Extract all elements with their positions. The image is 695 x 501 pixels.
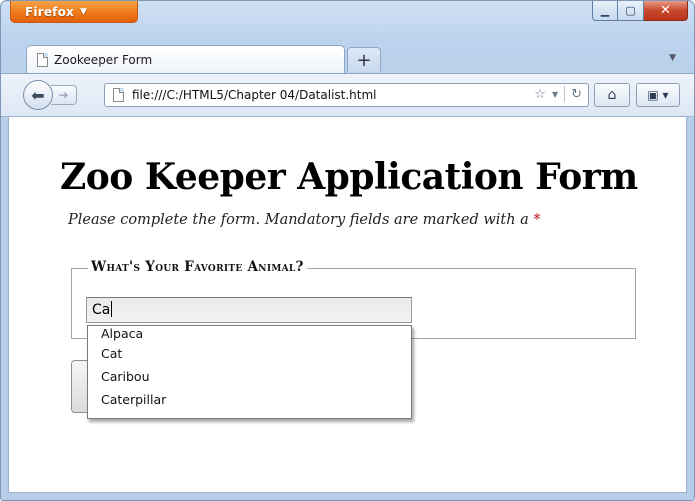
firefox-menu-label: Firefox (25, 4, 74, 19)
forward-arrow-icon: ➔ (58, 88, 69, 102)
browser-window: Firefox ▼ ▁ ▢ ✕ Zookeeper Form + ▼ ➔ ⬅ f… (0, 0, 695, 501)
page-icon (37, 53, 48, 67)
suggestion-item[interactable]: Alpaca (88, 326, 411, 342)
fieldset-legend: What's Your Favorite Animal? (88, 259, 307, 275)
list-all-tabs-button[interactable]: ▼ (669, 53, 676, 63)
suggestion-item[interactable]: Caterpillar (88, 388, 411, 411)
tab-zookeeper-form[interactable]: Zookeeper Form (26, 45, 345, 74)
page-icon (113, 88, 124, 102)
back-button[interactable]: ⬅ (23, 80, 53, 110)
maximize-button[interactable]: ▢ (618, 1, 644, 21)
text-caret (111, 301, 113, 317)
animal-input-value: Ca (92, 302, 111, 318)
bookmarks-icon: ▣ ▾ (647, 88, 669, 102)
navigation-toolbar: ➔ ⬅ file:///C:/HTML5/Chapter 04/Datalist… (1, 73, 694, 117)
separator (564, 86, 566, 102)
mandatory-mark: * (533, 212, 541, 228)
close-window-button[interactable]: ✕ (644, 1, 688, 21)
page-title: Zoo Keeper Application Form (60, 156, 638, 198)
back-arrow-icon: ⬅ (31, 85, 45, 105)
chevron-down-icon[interactable]: ▼ (552, 90, 558, 99)
minimize-icon: ▁ (600, 4, 610, 17)
home-button[interactable]: ⌂ (594, 83, 630, 107)
instructions-text: Please complete the form. Mandatory fiel… (68, 212, 541, 228)
minimize-button[interactable]: ▁ (592, 1, 618, 21)
url-text[interactable]: file:///C:/HTML5/Chapter 04/Datalist.htm… (132, 88, 377, 102)
new-tab-button[interactable]: + (347, 47, 381, 72)
suggestion-item[interactable]: Cat (88, 342, 411, 365)
instructions-label: Please complete the form. Mandatory fiel… (68, 212, 529, 228)
address-bar-actions: ☆ ▼ ↻ (534, 86, 582, 102)
autocomplete-dropdown: Alpaca Cat Caribou Caterpillar (87, 325, 412, 419)
chevron-down-icon: ▼ (79, 6, 88, 17)
window-controls: ▁ ▢ ✕ (592, 1, 688, 21)
suggestion-item[interactable]: Caribou (88, 365, 411, 388)
forward-button[interactable]: ➔ (51, 85, 77, 105)
close-icon: ✕ (660, 3, 671, 18)
bookmark-star-icon[interactable]: ☆ (534, 87, 546, 102)
firefox-menu-button[interactable]: Firefox ▼ (10, 1, 138, 23)
plus-icon: + (356, 49, 372, 71)
address-bar[interactable]: file:///C:/HTML5/Chapter 04/Datalist.htm… (104, 83, 589, 107)
bookmarks-button[interactable]: ▣ ▾ (636, 83, 680, 107)
home-icon: ⌂ (607, 87, 617, 103)
favorite-animal-input[interactable]: Ca (86, 297, 412, 323)
tab-title: Zookeeper Form (54, 53, 153, 67)
maximize-icon: ▢ (625, 4, 636, 17)
chevron-down-icon: ▼ (669, 53, 676, 63)
reload-icon[interactable]: ↻ (571, 87, 582, 102)
